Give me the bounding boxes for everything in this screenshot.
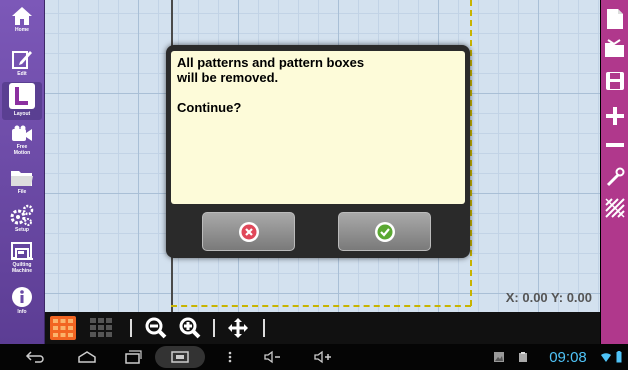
- pencil-icon: [12, 51, 32, 69]
- left-sidebar: Home Edit Layout Free Motion File Setup …: [0, 0, 45, 344]
- save-icon: [606, 72, 624, 90]
- zoom-in-button[interactable]: [175, 312, 205, 344]
- save-button[interactable]: [603, 69, 627, 93]
- volume-down-button[interactable]: [258, 344, 288, 370]
- sidebar-item-label: Info: [17, 309, 27, 315]
- dialog-message-line: will be removed.: [177, 70, 279, 85]
- sewing-machine-icon: [11, 242, 33, 260]
- sidebar-item-label: File: [17, 189, 27, 195]
- confirm-dialog: All patterns and pattern boxes will be r…: [166, 45, 470, 258]
- screenshot-icon: [171, 351, 189, 363]
- layout-l-icon: [9, 83, 35, 109]
- home-nav-button[interactable]: [72, 344, 102, 370]
- dialog-question: Continue?: [177, 100, 242, 115]
- zoom-in-icon: [179, 317, 201, 339]
- ok-check-icon: [374, 221, 395, 242]
- sidebar-item-label: Layout: [13, 111, 31, 117]
- plus-icon: [606, 107, 624, 125]
- dialog-message-panel: All patterns and pattern boxes will be r…: [171, 51, 465, 204]
- open-folder-icon: [605, 39, 624, 57]
- info-icon: [12, 287, 32, 307]
- sidebar-item-info[interactable]: Info: [2, 286, 42, 315]
- sidebar-item-label: Edit: [17, 71, 27, 77]
- sidebar-item-free-motion[interactable]: Free Motion: [2, 125, 42, 156]
- dialog-message-line: All patterns and pattern boxes: [177, 55, 365, 70]
- new-page-icon: [607, 9, 623, 29]
- status-clock: 09:08: [540, 344, 596, 370]
- minus-icon: [606, 143, 624, 147]
- screenshot-button[interactable]: [155, 346, 205, 368]
- grid-off-button[interactable]: [85, 312, 117, 344]
- sidebar-item-file[interactable]: File: [2, 168, 42, 195]
- gallery-notification-icon: [490, 344, 508, 370]
- sidebar-item-layout[interactable]: Layout: [2, 82, 42, 120]
- sidebar-item-label: Quilting Machine: [11, 262, 32, 274]
- pan-move-icon: [228, 318, 248, 338]
- home-nav-icon: [78, 351, 96, 363]
- sidebar-item-label: Setup: [15, 227, 29, 233]
- pan-move-button[interactable]: [223, 312, 253, 344]
- recent-apps-button[interactable]: [118, 344, 148, 370]
- pattern-area-boundary: [470, 0, 472, 306]
- volume-up-button[interactable]: [308, 344, 338, 370]
- ok-button[interactable]: [338, 212, 431, 251]
- menu-dots-icon: [228, 351, 232, 363]
- bottom-toolbar: [45, 312, 600, 344]
- back-icon: [25, 351, 44, 363]
- gears-icon: [10, 204, 34, 226]
- home-icon: [12, 7, 32, 25]
- zoom-out-button[interactable]: [141, 312, 171, 344]
- grid-on-button[interactable]: [47, 312, 79, 344]
- volume-down-icon: [264, 350, 280, 364]
- cancel-button[interactable]: [202, 212, 295, 251]
- tool-icon: [606, 167, 625, 187]
- recent-apps-icon: [125, 350, 142, 364]
- sidebar-item-edit[interactable]: Edit: [2, 48, 42, 77]
- sidebar-item-home[interactable]: Home: [2, 6, 42, 33]
- quilt-pattern-button[interactable]: [603, 196, 627, 220]
- dialog-message: All patterns and pattern boxes will be r…: [171, 51, 465, 119]
- wifi-icon: [599, 344, 613, 370]
- volume-up-icon: [314, 350, 331, 364]
- zoom-out-icon: [145, 317, 167, 339]
- toolbar-separator: [213, 319, 215, 337]
- toolbar-separator: [263, 319, 265, 337]
- grid-off-icon: [90, 318, 112, 337]
- grid-on-icon: [50, 316, 76, 340]
- coordinate-readout: X: 0.00 Y: 0.00: [505, 290, 592, 305]
- quilt-pattern-icon: [605, 198, 625, 218]
- tool-button[interactable]: [603, 165, 627, 189]
- menu-button[interactable]: [222, 344, 238, 370]
- sidebar-item-quilting-machine[interactable]: Quilting Machine: [2, 241, 42, 274]
- toolbar-separator: [130, 319, 132, 337]
- back-button[interactable]: [20, 344, 50, 370]
- sidebar-item-label: Home: [15, 27, 29, 33]
- android-nav-bar: 09:08: [0, 344, 628, 370]
- sidebar-item-setup[interactable]: Setup: [2, 204, 42, 233]
- clipboard-notification-icon: [514, 344, 532, 370]
- camera-icon: [12, 125, 32, 141]
- new-page-button[interactable]: [603, 7, 627, 31]
- pattern-area-boundary: [171, 305, 471, 307]
- folder-icon: [11, 171, 33, 186]
- remove-button[interactable]: [603, 133, 627, 157]
- open-button[interactable]: [603, 37, 627, 61]
- battery-icon: [614, 344, 624, 370]
- cancel-x-icon: [238, 221, 259, 242]
- clock-time: 09:08: [549, 348, 587, 366]
- right-toolbar: [601, 0, 628, 344]
- add-button[interactable]: [603, 104, 627, 128]
- sidebar-item-label: Free Motion: [13, 144, 31, 156]
